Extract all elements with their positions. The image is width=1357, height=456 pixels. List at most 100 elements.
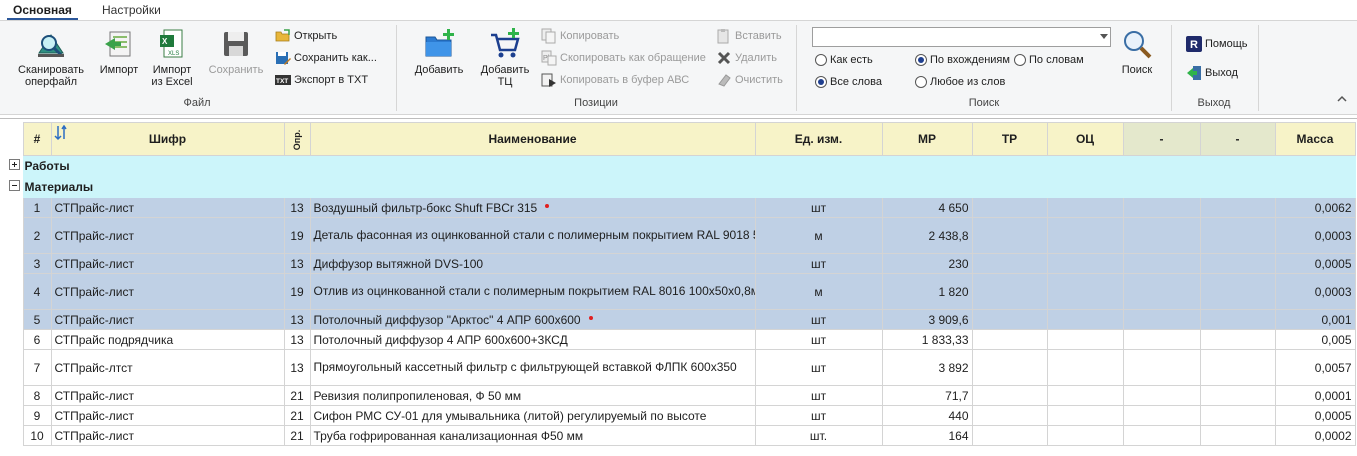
table-row[interactable]: 6 СТПрайс подрядчика 13 Потолочный диффузор… <box>0 329 1356 350</box>
cell-unit[interactable]: шт. <box>754 425 883 446</box>
cell-num[interactable]: 5 <box>22 309 52 330</box>
delete-button[interactable]: Удалить <box>716 49 777 67</box>
exit-button[interactable]: Выход <box>1186 64 1238 82</box>
save-as-button[interactable]: Сохранить как... <box>275 49 377 67</box>
import-excel-button[interactable]: X XLS Импорт из Excel <box>146 27 198 88</box>
col-header-mr[interactable]: МР <box>881 122 973 156</box>
cell-dash-2[interactable] <box>1199 217 1276 254</box>
expander-cell[interactable] <box>0 155 24 177</box>
sort-icon[interactable] <box>53 125 70 141</box>
cell-opr[interactable]: 19 <box>283 273 311 310</box>
cell-dash-2[interactable] <box>1199 309 1276 330</box>
cell-num[interactable]: 2 <box>22 217 52 254</box>
cell-name[interactable]: Отлив из оцинкованной стали с полимерным… <box>309 273 756 310</box>
expander-cell[interactable] <box>0 176 24 198</box>
add-button[interactable]: Добавить <box>410 27 468 76</box>
cell-dash-1[interactable] <box>1122 217 1201 254</box>
cell-dash-1[interactable] <box>1122 405 1201 426</box>
search-combobox[interactable] <box>812 27 1111 47</box>
cell-tr[interactable] <box>971 329 1048 350</box>
cell-oc[interactable] <box>1046 385 1124 406</box>
cell-dash-2[interactable] <box>1199 329 1276 350</box>
copy-as-request-button[interactable]: Pl Скопировать как обращение <box>541 49 706 67</box>
cell-oc[interactable] <box>1046 273 1124 310</box>
cell-tr[interactable] <box>971 253 1048 274</box>
cell-dash-1[interactable] <box>1122 329 1201 350</box>
cell-tr[interactable] <box>971 197 1048 218</box>
import-button[interactable]: Импорт <box>96 27 142 76</box>
copy-abc-button[interactable]: Копировать в буфер АВС <box>541 71 689 89</box>
cell-tr[interactable] <box>971 309 1048 330</box>
cell-mr[interactable]: 3 909,6 <box>881 309 973 330</box>
cell-code[interactable]: СТПрайс-лист <box>50 385 285 406</box>
table-row[interactable]: 2 СТПрайс-лист 19 Деталь фасонная из оцинко… <box>0 217 1356 254</box>
cell-oc[interactable] <box>1046 217 1124 254</box>
cell-oc[interactable] <box>1046 253 1124 274</box>
cell-mr[interactable]: 230 <box>881 253 973 274</box>
cell-dash-1[interactable] <box>1122 309 1201 330</box>
cell-oc[interactable] <box>1046 197 1124 218</box>
cell-name[interactable]: Сифон РМС СУ-01 для умывальника (литой) … <box>309 405 756 426</box>
cell-opr[interactable]: 21 <box>283 385 311 406</box>
cell-mr[interactable]: 71,7 <box>881 385 973 406</box>
table-row[interactable]: 1 СТПрайс-лист 13 Воздушный фильтр-бокс Shu… <box>0 197 1356 218</box>
cell-unit[interactable]: шт <box>754 349 883 386</box>
cell-code[interactable]: СТПрайс-лист <box>50 217 285 254</box>
cell-name[interactable]: Ревизия полипропиленовая, Ф 50 мм <box>309 385 756 406</box>
cell-tr[interactable] <box>971 425 1048 446</box>
cell-tr[interactable] <box>971 349 1048 386</box>
cell-mass[interactable]: 0,005 <box>1274 329 1356 350</box>
cell-mass[interactable]: 0,001 <box>1274 309 1356 330</box>
cell-mass[interactable]: 0,0002 <box>1274 425 1356 446</box>
col-header-tr[interactable]: ТР <box>971 122 1048 156</box>
cell-mr[interactable]: 1 833,33 <box>881 329 973 350</box>
collapse-minus-icon[interactable] <box>9 180 20 191</box>
cell-code[interactable]: СТПрайс-лист <box>50 309 285 330</box>
cell-mass[interactable]: 0,0001 <box>1274 385 1356 406</box>
cell-name[interactable]: Деталь фасонная из оцинкованной стали с … <box>309 217 756 254</box>
cell-oc[interactable] <box>1046 349 1124 386</box>
table-row[interactable]: 7 СТПрайс-лтст 13 Прямоугольный кассетный ф… <box>0 349 1356 386</box>
add-tc-button[interactable]: Добавить ТЦ <box>474 27 536 88</box>
cell-mr[interactable]: 3 892 <box>881 349 973 386</box>
col-header-dash-1[interactable]: - <box>1122 122 1201 156</box>
cell-opr[interactable]: 13 <box>283 197 311 218</box>
table-row[interactable]: 10 СТПрайс-лист 21 Труба гофрированная кана… <box>0 425 1356 446</box>
tab-settings[interactable]: Настройки <box>102 2 161 18</box>
col-header-unit[interactable]: Ед. изм. <box>754 122 883 156</box>
cell-unit[interactable]: шт <box>754 197 883 218</box>
cell-tr[interactable] <box>971 217 1048 254</box>
paste-button[interactable]: Вставить <box>716 27 782 45</box>
help-button[interactable]: R Помощь <box>1186 35 1248 53</box>
table-row[interactable]: 9 СТПрайс-лист 21 Сифон РМС СУ-01 для умыва… <box>0 405 1356 426</box>
cell-code[interactable]: СТПрайс-лист <box>50 253 285 274</box>
tab-main[interactable]: Основная <box>7 2 78 21</box>
cell-dash-2[interactable] <box>1199 405 1276 426</box>
cell-mass[interactable]: 0,0057 <box>1274 349 1356 386</box>
table-row[interactable]: 8 СТПрайс-лист 21 Ревизия полипропиленовая,… <box>0 385 1356 406</box>
cell-tr[interactable] <box>971 385 1048 406</box>
cell-mr[interactable]: 440 <box>881 405 973 426</box>
cell-dash-1[interactable] <box>1122 273 1201 310</box>
save-button[interactable]: Сохранить <box>205 27 267 76</box>
export-txt-button[interactable]: TXT Экспорт в TXT <box>275 71 368 89</box>
cell-unit[interactable]: м <box>754 273 883 310</box>
cell-dash-2[interactable] <box>1199 273 1276 310</box>
cell-name[interactable]: Потолочный диффузор "Арктос" 4 АПР 600x6… <box>309 309 756 330</box>
cell-oc[interactable] <box>1046 425 1124 446</box>
cell-tr[interactable] <box>971 273 1048 310</box>
radio-by-words[interactable]: По словам <box>1014 52 1084 68</box>
cell-name[interactable]: Прямоугольный кассетный фильтр с фильтру… <box>309 349 756 386</box>
cell-num[interactable]: 10 <box>22 425 52 446</box>
cell-num[interactable]: 9 <box>22 405 52 426</box>
cell-dash-1[interactable] <box>1122 197 1201 218</box>
cell-opr[interactable]: 13 <box>283 329 311 350</box>
cell-mr[interactable]: 4 650 <box>881 197 973 218</box>
cell-code[interactable]: СТПрайс-лист <box>50 197 285 218</box>
clear-button[interactable]: Очистить <box>716 71 783 89</box>
cell-num[interactable]: 7 <box>22 349 52 386</box>
cell-num[interactable]: 1 <box>22 197 52 218</box>
cell-num[interactable]: 8 <box>22 385 52 406</box>
cell-opr[interactable]: 13 <box>283 253 311 274</box>
cell-oc[interactable] <box>1046 329 1124 350</box>
